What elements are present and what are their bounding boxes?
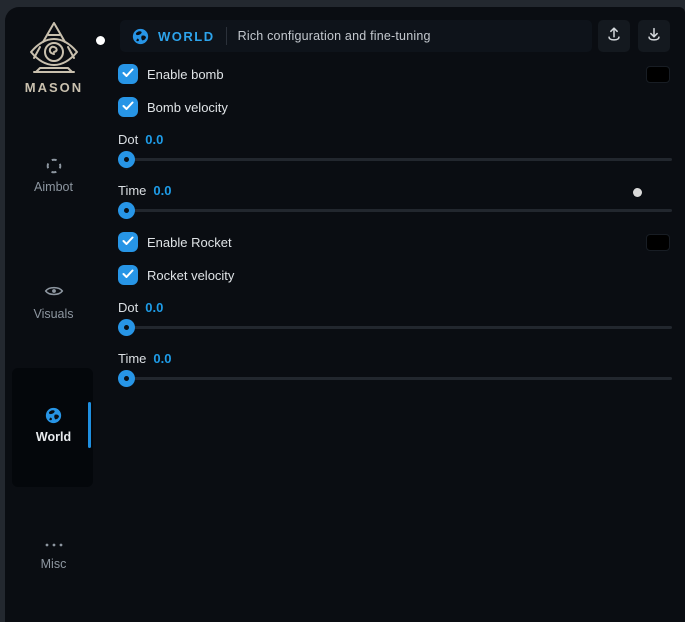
toggle-label: Enable Rocket	[147, 235, 232, 250]
slider-name: Time	[118, 351, 146, 366]
checkbox-bomb-velocity[interactable]	[118, 97, 138, 117]
toggle-row: Enable bomb	[118, 64, 672, 84]
slider-dot[interactable]	[118, 319, 672, 336]
slider-dot[interactable]	[118, 151, 672, 168]
slider-time[interactable]	[118, 202, 672, 219]
color-swatch[interactable]	[646, 234, 670, 251]
sidebar-item-visuals[interactable]: Visuals	[13, 284, 94, 321]
slider-value: 0.0	[145, 300, 163, 315]
toggle-row: Rocket velocity	[118, 265, 672, 285]
sidebar-item-label: Misc	[13, 557, 94, 571]
crosshair-icon	[13, 157, 94, 177]
slider-time[interactable]	[118, 370, 672, 387]
sidebar-item-world[interactable]: World	[13, 407, 94, 444]
page-title: WORLD	[158, 29, 215, 44]
sidebar-item-label: World	[13, 430, 94, 444]
slider-track[interactable]	[118, 209, 672, 212]
slider-track[interactable]	[118, 158, 672, 161]
slider-handle[interactable]	[118, 319, 135, 336]
upload-button[interactable]	[598, 20, 630, 52]
check-icon	[122, 98, 134, 116]
page-subtitle: Rich configuration and fine-tuning	[238, 29, 431, 43]
eye-icon	[13, 284, 94, 304]
slider-value: 0.0	[145, 132, 163, 147]
ellipsis-icon	[13, 534, 94, 554]
toggle-label: Enable bomb	[147, 67, 224, 82]
slider-track[interactable]	[118, 326, 672, 329]
slider-handle-dot	[124, 157, 129, 162]
slider-track[interactable]	[118, 377, 672, 380]
sidebar-item-aimbot[interactable]: Aimbot	[13, 157, 94, 194]
slider-handle[interactable]	[118, 202, 135, 219]
sidebar-item-misc[interactable]: Misc	[13, 534, 94, 571]
download-icon	[645, 25, 663, 48]
slider-handle[interactable]	[118, 370, 135, 387]
checkbox-enable-rocket[interactable]	[118, 232, 138, 252]
check-icon	[122, 65, 134, 83]
globe-icon	[132, 28, 149, 45]
slider-handle-dot	[124, 325, 129, 330]
toggle-label: Bomb velocity	[147, 100, 228, 115]
brand-name: MASON	[13, 80, 95, 95]
cursor-dot	[633, 188, 642, 197]
slider-name: Dot	[118, 300, 138, 315]
slider-label-row: Time 0.0	[118, 183, 672, 198]
slider-value: 0.0	[153, 183, 171, 198]
sidebar-item-label: Aimbot	[13, 180, 94, 194]
checkbox-enable-bomb[interactable]	[118, 64, 138, 84]
cursor-dot	[96, 36, 105, 45]
toggle-label: Rocket velocity	[147, 268, 234, 283]
sidebar-item-label: Visuals	[13, 307, 94, 321]
app-window: MASON Aimbot Visuals World Misc WORLD Rich …	[5, 7, 685, 622]
slider-name: Time	[118, 183, 146, 198]
toggle-row: Bomb velocity	[118, 97, 672, 117]
slider-name: Dot	[118, 132, 138, 147]
app-logo: MASON	[13, 20, 95, 95]
color-swatch[interactable]	[646, 66, 670, 83]
settings-panel: Enable bomb Bomb velocity Dot 0.0 Time 0.0 Ena…	[118, 52, 672, 387]
toggle-row: Enable Rocket	[118, 232, 672, 252]
slider-handle-dot	[124, 376, 129, 381]
slider-label-row: Dot 0.0	[118, 132, 672, 147]
slider-label-row: Time 0.0	[118, 351, 672, 366]
check-icon	[122, 233, 134, 251]
upload-icon	[605, 25, 623, 48]
globe-icon	[13, 407, 94, 427]
slider-handle-dot	[124, 208, 129, 213]
slider-label-row: Dot 0.0	[118, 300, 672, 315]
mason-pyramid-eye-logo-icon	[13, 20, 95, 76]
slider-handle[interactable]	[118, 151, 135, 168]
checkbox-rocket-velocity[interactable]	[118, 265, 138, 285]
header-divider	[226, 27, 227, 45]
page-header: WORLD Rich configuration and fine-tuning	[120, 20, 592, 52]
screenshot-stage: MASON Aimbot Visuals World Misc WORLD Rich …	[0, 0, 685, 622]
check-icon	[122, 266, 134, 284]
slider-value: 0.0	[153, 351, 171, 366]
download-button[interactable]	[638, 20, 670, 52]
